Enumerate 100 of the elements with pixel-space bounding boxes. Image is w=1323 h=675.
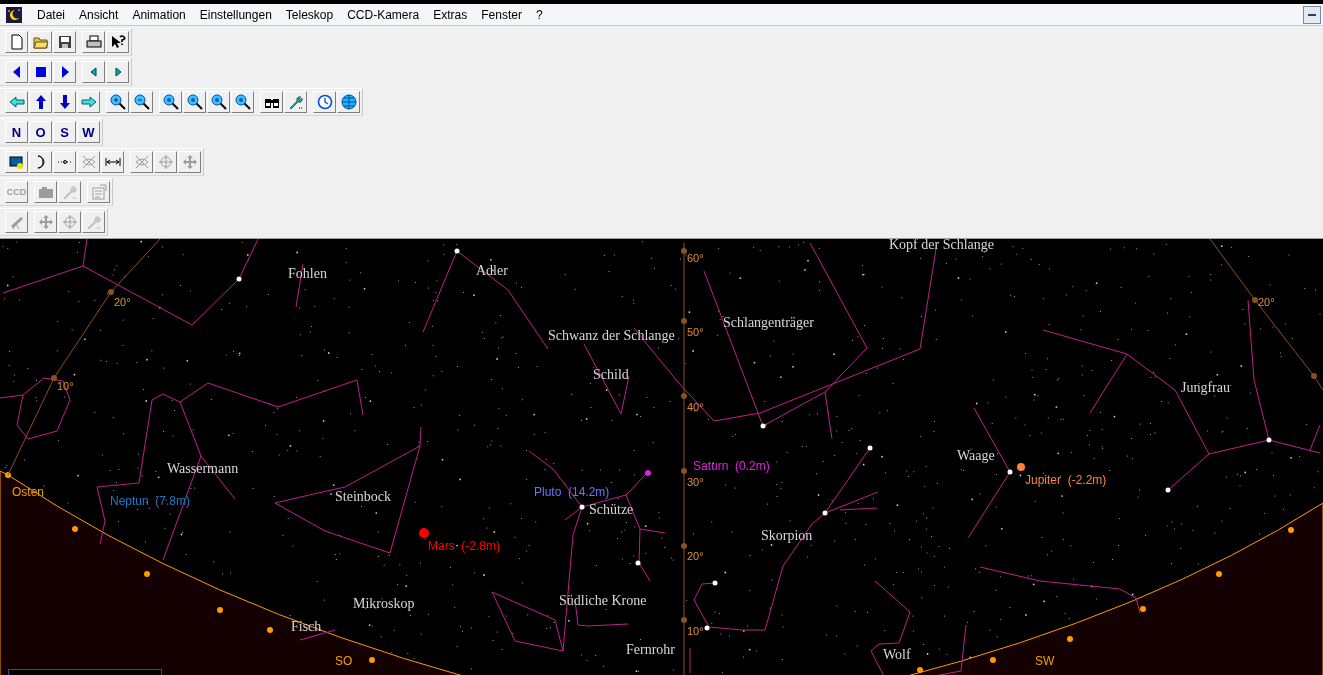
triangle-right-button[interactable] [53, 61, 76, 83]
wrench-icon [85, 214, 102, 230]
floppy-button[interactable] [53, 31, 76, 53]
magnifier-icon [186, 94, 203, 110]
magnifier-minus-button[interactable] [130, 91, 153, 113]
toolbar-button[interactable]: N [5, 121, 28, 143]
altitude-label: 10° [57, 380, 74, 392]
horizon-marker [1288, 527, 1294, 533]
toolbar-button[interactable]: O [29, 121, 52, 143]
screen-button[interactable] [5, 151, 28, 173]
constellation-label: Fernrohr [626, 642, 675, 657]
horizon-marker [1067, 636, 1073, 642]
magnifier-icon [162, 94, 179, 110]
constellation-label: Kopf der Schlange [889, 239, 994, 252]
distance-button[interactable] [101, 151, 124, 173]
page-icon [8, 34, 25, 50]
planet-label: Neptun (7.8m) [110, 494, 191, 508]
altitude-label: 20° [1258, 296, 1275, 308]
floppy-icon [56, 34, 73, 50]
constellation-label: Steinbock [335, 489, 391, 504]
arrow-up-button[interactable] [29, 91, 52, 113]
altitude-label: 10° [687, 625, 704, 637]
constellation-label: Wassermann [167, 461, 239, 476]
folder-icon [32, 34, 49, 50]
app-logo-icon [6, 6, 22, 23]
magnifier-button[interactable] [183, 91, 206, 113]
crescent-button[interactable] [29, 151, 52, 173]
planet-label: Mars (-2.8m) [428, 539, 500, 553]
triangle-left-button[interactable] [5, 61, 28, 83]
binoculars-button[interactable] [260, 91, 283, 113]
magnifier-button[interactable] [159, 91, 182, 113]
printer-button[interactable] [82, 31, 105, 53]
constellation-label: Jungfrau [1181, 380, 1230, 395]
altitude-label: 20° [687, 550, 704, 562]
magnifier-plus-button[interactable] [106, 91, 129, 113]
altitude-marker [1311, 373, 1317, 379]
horizon-marker [267, 627, 273, 633]
toolbar-button[interactable]: S [53, 121, 76, 143]
planet-label: Pluto (14.2m) [534, 485, 610, 499]
globe-button[interactable] [337, 91, 360, 113]
menu-item[interactable]: Teleskop [278, 7, 341, 22]
menu-item[interactable]: CCD-Kamera [340, 7, 427, 22]
horizon-marker [1216, 571, 1222, 577]
menu-item[interactable]: Animation [125, 7, 193, 22]
constellation-label: Skorpion [761, 528, 813, 543]
menu-item[interactable]: Einstellungen [192, 7, 279, 22]
horizon-marker [990, 657, 996, 663]
folder-button[interactable] [29, 31, 52, 53]
planet-label: Jupiter (-2.2m) [1025, 473, 1107, 487]
horizon-marker [72, 526, 78, 532]
altitude-marker [681, 617, 687, 623]
altitude-label: 20° [114, 296, 131, 308]
square-button[interactable] [29, 61, 52, 83]
globe-icon [340, 94, 357, 110]
pointer-question-button[interactable] [106, 31, 129, 53]
constellation-label: Fisch [291, 619, 322, 634]
clock-icon [316, 94, 333, 110]
crosshair-icon [157, 154, 174, 170]
clock-button[interactable] [313, 91, 336, 113]
minimize-button[interactable] [1303, 5, 1321, 24]
horizon-marker [5, 472, 11, 478]
altitude-label: 60° [687, 252, 704, 264]
altitude-label: 40° [687, 401, 704, 413]
crosshair-icon [61, 214, 78, 230]
menu-item[interactable]: ? [528, 7, 550, 22]
toolbar-button[interactable]: W [77, 121, 100, 143]
magnifier-button[interactable] [231, 91, 254, 113]
menu-item[interactable]: Extras [426, 7, 475, 22]
arrow-left-icon [8, 94, 25, 110]
altitude-label: 30° [687, 476, 704, 488]
magnifier-plus-icon [109, 94, 126, 110]
horizon-marker [144, 571, 150, 577]
wrench-icon [287, 94, 304, 110]
four-way-arrow-icon [37, 214, 54, 230]
page-button[interactable] [5, 31, 28, 53]
constellation-label: Wolf [883, 647, 911, 662]
printer-icon [85, 34, 102, 50]
constellation-label: Mikroskop [353, 596, 415, 611]
direction-label: SW [1035, 654, 1055, 668]
dotted-line-button[interactable] [53, 151, 76, 173]
menu-item[interactable]: Ansicht [72, 7, 126, 22]
magnifier-button[interactable] [207, 91, 230, 113]
wrench-button[interactable] [284, 91, 307, 113]
menu-item[interactable]: Datei [30, 7, 72, 22]
horizon-marker [369, 657, 375, 663]
altitude-label: 50° [687, 326, 704, 338]
arrow-down-button[interactable] [53, 91, 76, 113]
magnifier-icon [234, 94, 251, 110]
menu-item[interactable]: Fenster [474, 7, 529, 22]
triangle-right-button[interactable] [106, 61, 129, 83]
magnifier-icon [210, 94, 227, 110]
constellation-label: Waage [957, 448, 995, 463]
camera-icon [37, 184, 54, 200]
triangle-left-button[interactable] [82, 61, 105, 83]
altitude-marker [681, 468, 687, 474]
arrow-right-button[interactable] [77, 91, 100, 113]
constellation-label: Schild [593, 367, 629, 382]
altitude-marker [108, 289, 114, 295]
arrow-left-button[interactable] [5, 91, 28, 113]
magnifier-minus-icon [133, 94, 150, 110]
